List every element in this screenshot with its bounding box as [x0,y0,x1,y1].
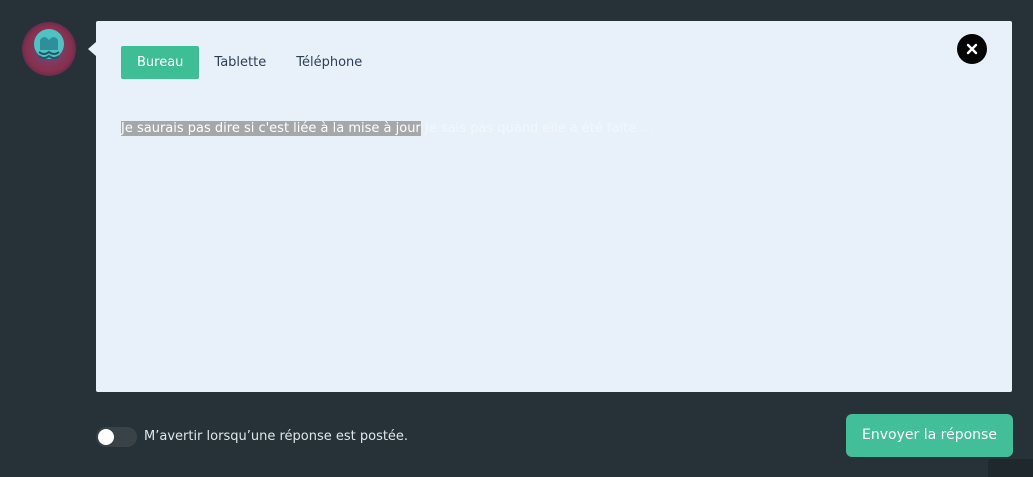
notify-toggle[interactable] [96,427,137,447]
corner-widget[interactable] [988,459,1033,477]
avatar [22,22,76,76]
selected-text: Je saurais pas dire si c'est liée à la m… [121,121,421,136]
tab-telephone[interactable]: Téléphone [281,46,377,79]
reply-text-area[interactable]: Je saurais pas dire si c'est liée à la m… [121,120,653,138]
notify-label: M’avertir lorsqu’une réponse est postée. [144,429,409,444]
device-tabs: Bureau Tablette Téléphone [121,46,377,79]
close-icon [966,43,978,55]
send-reply-button[interactable]: Envoyer la réponse [846,414,1013,457]
tab-bureau[interactable]: Bureau [121,46,200,79]
editor-text: Je sais pas quand elle a été faite ... [420,121,653,136]
panel-pointer [88,42,96,56]
reply-composer: Bureau Tablette Téléphone Je saurais pas… [0,0,1033,477]
editor-panel: Bureau Tablette Téléphone Je saurais pas… [96,21,1012,392]
toggle-knob [98,429,114,445]
close-button[interactable] [957,34,987,64]
tab-tablette[interactable]: Tablette [199,46,281,79]
